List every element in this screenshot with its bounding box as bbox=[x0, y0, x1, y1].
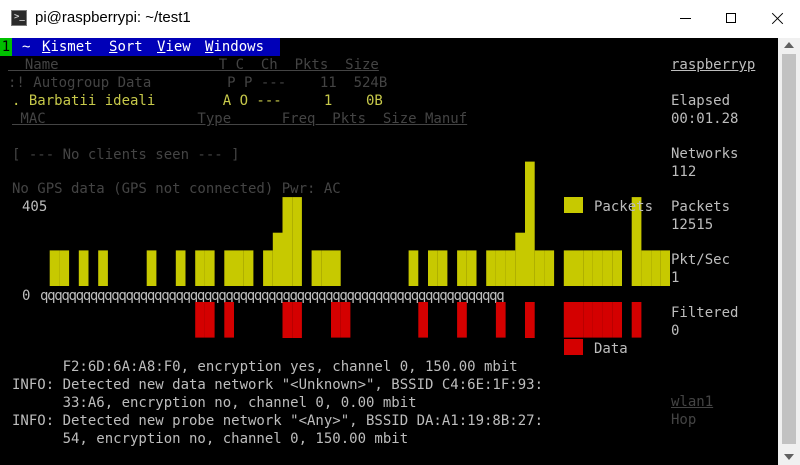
log-line-2: INFO: Detected new data network "<Unknow… bbox=[12, 377, 544, 393]
stat-packets-label: Packets bbox=[671, 199, 731, 215]
packets-bar-14 bbox=[175, 250, 186, 286]
packets-bar-64 bbox=[660, 250, 670, 286]
minimize-icon bbox=[680, 18, 691, 19]
data-bar-55 bbox=[573, 302, 584, 338]
packets-bar-52 bbox=[544, 250, 555, 286]
packets-bar-2 bbox=[59, 250, 70, 286]
data-bar-26 bbox=[292, 302, 302, 338]
log-line-4: INFO: Detected new probe network "<Any>"… bbox=[12, 413, 544, 429]
log-line-3: 33:A6, encryption no, channel 0, 0.00 mb… bbox=[12, 395, 417, 411]
data-bar-58 bbox=[602, 302, 613, 338]
data-bar-30 bbox=[331, 302, 341, 338]
scroll-down-icon[interactable] bbox=[784, 454, 794, 460]
data-bar-25 bbox=[282, 302, 293, 338]
packets-bar-30 bbox=[331, 250, 341, 286]
packets-bar-46 bbox=[486, 250, 496, 286]
packets-bar-41 bbox=[437, 250, 448, 286]
packets-bar-4 bbox=[78, 250, 89, 286]
data-bar-47 bbox=[495, 302, 506, 338]
terminal-window: >_ pi@raspberrypi: ~/test1 1 ~ Kismet So… bbox=[0, 0, 800, 465]
scroll-thumb[interactable] bbox=[782, 54, 796, 444]
packets-bar-62 bbox=[641, 250, 652, 286]
window-title: pi@raspberrypi: ~/test1 bbox=[35, 9, 191, 26]
packets-bar-29 bbox=[321, 250, 331, 286]
terminal-content[interactable]: 1 ~ Kismet Sort View Windows Name T C Ch… bbox=[0, 38, 778, 465]
data-bar-43 bbox=[457, 302, 467, 338]
data-bar-56 bbox=[583, 302, 593, 338]
data-bar-39 bbox=[418, 302, 428, 338]
packets-bar-11 bbox=[146, 250, 157, 286]
packets-bar-58 bbox=[602, 250, 613, 286]
packets-bar-17 bbox=[204, 250, 215, 286]
packets-bar-26 bbox=[292, 197, 302, 286]
scroll-up-icon[interactable] bbox=[784, 42, 794, 48]
stat-packets-value: 12515 bbox=[671, 217, 714, 233]
packet-graph bbox=[49, 161, 670, 338]
packets-bar-38 bbox=[408, 250, 419, 286]
stat-elapsed-label: Elapsed bbox=[671, 93, 731, 109]
packets-bar-57 bbox=[592, 250, 603, 286]
packets-bar-25 bbox=[282, 197, 293, 286]
stat-elapsed-value: 00:01.28 bbox=[671, 111, 739, 127]
packets-bar-19 bbox=[224, 250, 234, 286]
terminal-icon: >_ bbox=[11, 10, 27, 26]
packets-bar-20 bbox=[234, 250, 244, 286]
packets-bar-16 bbox=[195, 250, 205, 286]
stat-pktsec-value: 1 bbox=[671, 270, 680, 286]
sidebar-interface: wlan1 bbox=[671, 394, 714, 410]
packets-bar-54 bbox=[563, 250, 574, 286]
packets-bar-47 bbox=[495, 250, 506, 286]
title-bar[interactable]: >_ pi@raspberrypi: ~/test1 bbox=[0, 0, 800, 38]
packets-bar-48 bbox=[505, 250, 516, 286]
data-bar-54 bbox=[563, 302, 574, 338]
vertical-scrollbar[interactable] bbox=[778, 38, 800, 465]
stat-networks-value: 112 bbox=[671, 164, 697, 180]
stat-networks-label: Networks bbox=[671, 146, 739, 162]
packets-legend-swatch bbox=[564, 197, 583, 213]
packets-bar-51 bbox=[534, 250, 545, 286]
minimize-button[interactable] bbox=[662, 0, 708, 38]
packets-bar-6 bbox=[98, 250, 108, 286]
packets-bar-24 bbox=[272, 232, 283, 286]
close-button[interactable] bbox=[754, 0, 800, 38]
packets-bar-44 bbox=[466, 250, 477, 286]
packets-bar-49 bbox=[515, 232, 525, 286]
data-bar-57 bbox=[592, 302, 603, 338]
packets-bar-55 bbox=[573, 250, 584, 286]
sidebar-channel: Hop bbox=[671, 412, 697, 428]
maximize-button[interactable] bbox=[708, 0, 754, 38]
packets-bar-63 bbox=[651, 250, 661, 286]
data-bar-61 bbox=[631, 302, 642, 338]
stat-filtered-label: Filtered bbox=[671, 305, 739, 321]
packets-legend-label: Packets bbox=[594, 199, 654, 215]
packets-bar-56 bbox=[583, 250, 593, 286]
packets-bar-28 bbox=[311, 250, 322, 286]
log-line-1: F2:6D:6A:A8:F0, encryption yes, channel … bbox=[12, 359, 518, 375]
data-bar-31 bbox=[340, 302, 351, 338]
packets-bar-23 bbox=[263, 250, 273, 286]
packets-bar-40 bbox=[428, 250, 438, 286]
data-bar-16 bbox=[195, 302, 205, 338]
stat-filtered-value: 0 bbox=[671, 323, 680, 339]
packets-bar-1 bbox=[49, 250, 60, 286]
data-bar-17 bbox=[204, 302, 215, 338]
packets-bar-50 bbox=[525, 161, 535, 286]
data-legend-label: Data bbox=[594, 341, 628, 357]
sidebar-host: raspberryp bbox=[671, 57, 756, 73]
packets-bar-59 bbox=[612, 250, 622, 286]
data-bar-19 bbox=[224, 302, 234, 338]
packets-bar-43 bbox=[457, 250, 467, 286]
maximize-icon bbox=[726, 13, 736, 23]
log-line-5: 54, encryption no, channel 0, 150.00 mbi… bbox=[12, 431, 409, 447]
data-bar-59 bbox=[612, 302, 622, 338]
data-legend-swatch bbox=[564, 339, 583, 355]
data-bar-50 bbox=[525, 302, 535, 338]
stat-pktsec-label: Pkt/Sec bbox=[671, 252, 731, 268]
packets-bar-21 bbox=[243, 250, 254, 286]
